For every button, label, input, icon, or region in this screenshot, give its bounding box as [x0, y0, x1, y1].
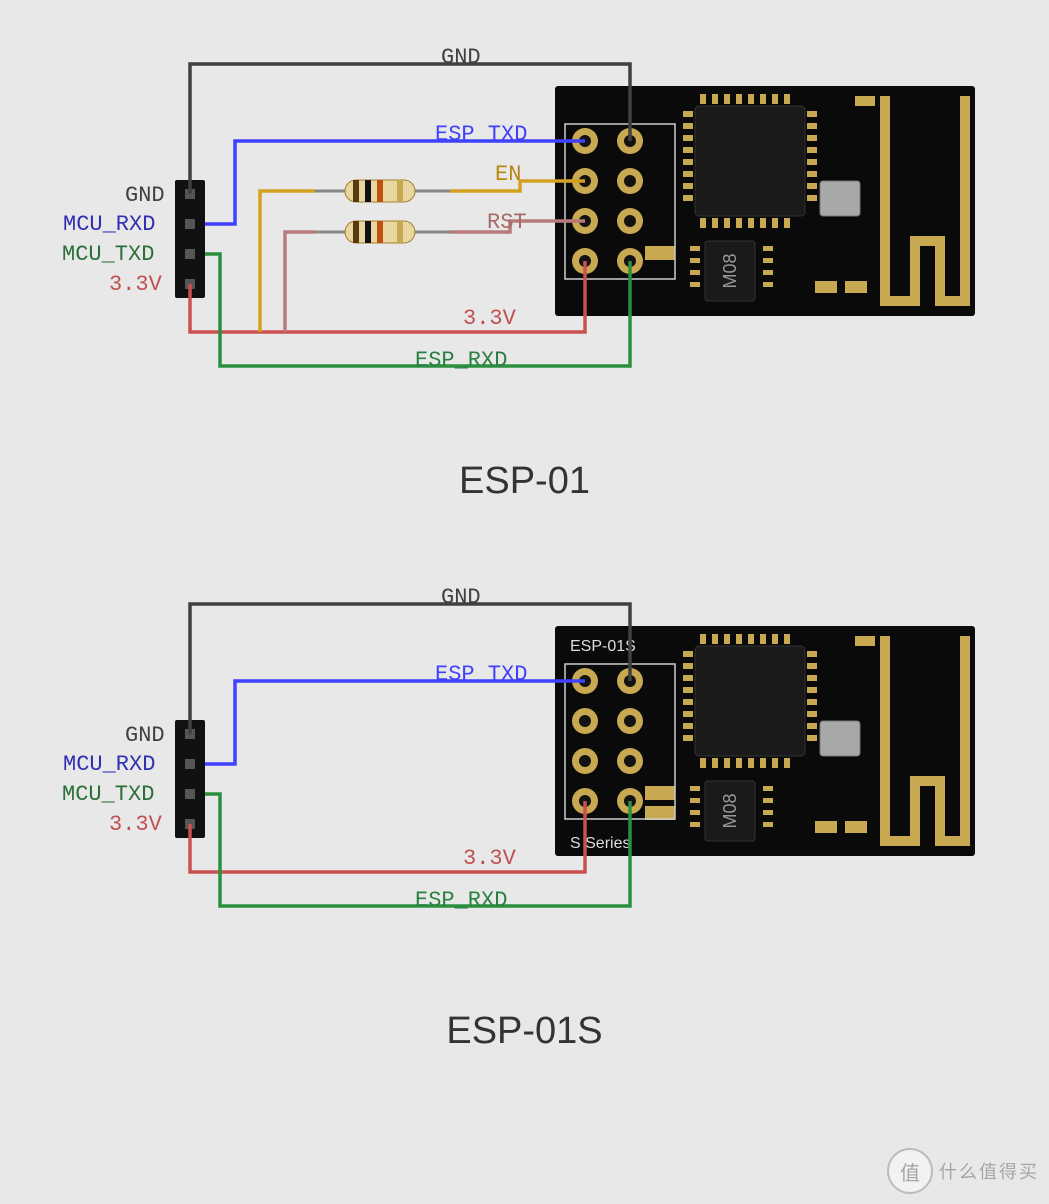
- header-label-mcu-txd-2: MCU_TXD: [62, 782, 154, 807]
- wire-vcc-2: [190, 801, 585, 872]
- mcu-header-bottom: [175, 720, 205, 838]
- title-esp01s: ESP-01S: [0, 1010, 1049, 1053]
- header-label-vcc-2: 3.3V: [109, 812, 162, 837]
- watermark-icon: 值: [887, 1148, 933, 1194]
- board-silkscreen-bottom: S Series: [570, 835, 630, 852]
- header-label-gnd-2: GND: [125, 723, 165, 748]
- watermark-text: 什么值得买: [939, 1158, 1039, 1184]
- watermark: 值 什么值得买: [887, 1148, 1039, 1194]
- wire-esp-txd-2: [205, 681, 585, 764]
- label-vcc-2: 3.3V: [463, 846, 516, 871]
- board-silkscreen-top: ESP-01S: [570, 638, 636, 655]
- flash-chip-marking-2: M08: [720, 793, 740, 828]
- header-label-mcu-rxd-2: MCU_RXD: [63, 752, 155, 777]
- label-esp-rxd-2: ESP_RXD: [415, 888, 507, 913]
- label-gnd-bottom: GND: [441, 585, 481, 610]
- label-esp-txd-2: ESP_TXD: [435, 662, 527, 687]
